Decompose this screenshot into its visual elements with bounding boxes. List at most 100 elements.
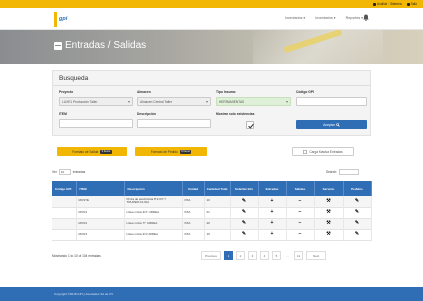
wrench-icon[interactable]: ⚒ (326, 232, 330, 237)
pencil-icon[interactable]: ✎ (242, 210, 246, 215)
pencil-icon[interactable]: ✎ (242, 198, 246, 204)
minus-icon[interactable]: − (299, 210, 302, 215)
minus-icon[interactable]: − (299, 198, 302, 204)
aceptar-button[interactable]: Aceptar (296, 120, 367, 129)
wrench-icon[interactable]: ⚒ (326, 210, 330, 215)
user-menu[interactable]: Avalluk · Sistema (373, 2, 402, 6)
page-size-value: 10 (60, 170, 65, 174)
cell-entradas: + (258, 229, 287, 240)
descripcion-input[interactable] (137, 119, 211, 128)
col-entradas[interactable]: Entradas (258, 181, 287, 196)
table-row: MCN3 Llave mixta 3/4 URREA PZA 10 ✎ + − … (52, 229, 372, 240)
carga-masiva-button[interactable]: Carga Masiva Entradas (292, 147, 354, 156)
main-navbar: gpi Inventarios ▾ Inventarios ▾ Reportes… (0, 8, 423, 30)
bell-icon[interactable] (363, 14, 369, 21)
cell-pedidos: ✎ (343, 196, 372, 207)
table-search-input[interactable] (339, 169, 359, 175)
col-salidas[interactable]: Salidas (286, 181, 315, 196)
col-cantidad[interactable]: Cantidad Total (204, 181, 231, 196)
plus-icon[interactable]: + (271, 210, 274, 215)
cell-item: MCN3 (76, 207, 125, 218)
table-header-row: Código GPI ITEM Descripción Unidad Canti… (52, 181, 372, 196)
plus-icon[interactable]: + (271, 221, 274, 226)
table-info: Mostrando 1 to 10 of 104 entradas (52, 254, 101, 258)
chevron-down-icon (206, 101, 208, 103)
pagination-page-2[interactable]: 2 (236, 251, 245, 260)
cell-salidas: − (286, 218, 315, 229)
pencil-icon[interactable]: ✎ (355, 198, 359, 204)
nav-menu: Inventarios ▾ Inventarios ▾ Reportes ▾ (285, 16, 363, 20)
codigo-gpi-input[interactable] (296, 97, 367, 106)
minus-icon[interactable]: − (299, 232, 302, 237)
cell-servicio: ⚒ (314, 218, 344, 229)
pagination-next[interactable]: Next (306, 251, 327, 260)
page-title: Entradas / Salidas (65, 40, 147, 51)
plus-icon[interactable]: + (271, 198, 274, 204)
codigo-gpi-label: Código GPI (296, 90, 314, 94)
col-descripcion[interactable]: Descripción (124, 181, 183, 196)
col-unidad[interactable]: Unidad (182, 181, 205, 196)
pagination-page-4[interactable]: 4 (260, 251, 269, 260)
proyecto-select[interactable]: LUXE1 Producción Taller (59, 97, 133, 106)
almacen-select[interactable]: Almacen Central Taller (137, 97, 211, 106)
tipo-insumo-select[interactable]: HERRAMIENTAS (216, 97, 291, 106)
wrench-icon[interactable]: ⚒ (326, 221, 330, 226)
formato-salida-button[interactable]: Formato de Salida 0 Items (57, 147, 127, 156)
logout-link[interactable]: Salir (406, 2, 417, 6)
cell-entradas: + (258, 207, 287, 218)
cell-descripcion: Pinza de electricista 8"2.0/7.7 TRUPER F… (124, 196, 183, 207)
nav-item-administracion[interactable]: Inventarios ▾ (285, 16, 305, 20)
almacen-label: Almacen (137, 90, 151, 94)
user-label: Avalluk · Sistema (377, 2, 402, 6)
pencil-icon[interactable]: ✎ (355, 232, 359, 237)
inbox-icon (54, 41, 62, 50)
cell-codigo (52, 196, 77, 207)
logo[interactable]: gpi (54, 11, 70, 28)
pencil-icon[interactable]: ✎ (355, 210, 359, 215)
cell-descripcion: Llave mixta 3/4 URREA (124, 229, 183, 240)
cell-salidas: − (286, 196, 315, 207)
col-item[interactable]: ITEM (76, 181, 125, 196)
pagination-page-5[interactable]: 5 (272, 251, 281, 260)
pencil-icon[interactable]: ✎ (355, 221, 359, 226)
cell-salidas: − (286, 229, 315, 240)
chevron-down-icon (286, 101, 288, 103)
existencias-checkbox[interactable] (246, 121, 254, 129)
cell-cantidad: 10 (204, 196, 231, 207)
proyecto-label: Proyecto (59, 90, 74, 94)
minus-icon[interactable]: − (299, 221, 302, 226)
pagination-page-last[interactable]: 11 (294, 251, 304, 260)
cell-pedidos: ✎ (343, 207, 372, 218)
pagination: Previous 1 2 3 4 5 … 11 Next (201, 251, 327, 260)
table-row: MCSTE Pinza de electricista 8"2.0/7.7 TR… (52, 196, 372, 207)
cell-item: MCN3 (76, 229, 125, 240)
cell-codigo (52, 218, 77, 229)
aceptar-label: Aceptar (323, 122, 335, 127)
col-servicio[interactable]: Servicio (314, 181, 344, 196)
table-search-label: Search: (326, 170, 337, 174)
pagination-page-3[interactable]: 3 (248, 251, 257, 260)
pagination-page-1[interactable]: 1 (224, 251, 233, 260)
formato-pedido-button[interactable]: Formato de Pedido 0 Items (135, 147, 207, 156)
plus-icon[interactable]: + (271, 232, 274, 237)
col-solicitar-info[interactable]: Solicitar Info (230, 181, 259, 196)
table-row: MCN3 Llave mixta 7/" URREA PZA 40 ✎ + − … (52, 218, 372, 229)
cell-unidad: PZA (182, 196, 205, 207)
wrench-icon[interactable]: ⚒ (326, 198, 330, 204)
item-input[interactable] (59, 119, 133, 128)
cell-salidas: − (286, 207, 315, 218)
pencil-icon[interactable]: ✎ (242, 221, 246, 226)
pagination-previous[interactable]: Previous (201, 251, 221, 260)
footer: Copyright ©2018 GPI y Asociados SA de CV (0, 287, 423, 301)
table-row: MCN3 Llave mixta 3/4" URREA PZA 21 ✎ + −… (52, 207, 372, 218)
cell-codigo (52, 229, 77, 240)
col-pedidos[interactable]: Pedidos (343, 181, 372, 196)
page-size-select[interactable]: 10 (58, 169, 71, 175)
cell-descripcion: Llave mixta 7/" URREA (124, 218, 183, 229)
nav-item-inventarios[interactable]: Inventarios ▾ (315, 16, 335, 20)
formato-salida-count: 0 Items (100, 149, 112, 154)
pencil-icon[interactable]: ✎ (242, 232, 246, 237)
nav-item-reportes[interactable]: Reportes ▾ (346, 16, 363, 20)
page-header: Entradas / Salidas (0, 30, 423, 64)
col-codigo-gpi[interactable]: Código GPI (52, 181, 77, 196)
